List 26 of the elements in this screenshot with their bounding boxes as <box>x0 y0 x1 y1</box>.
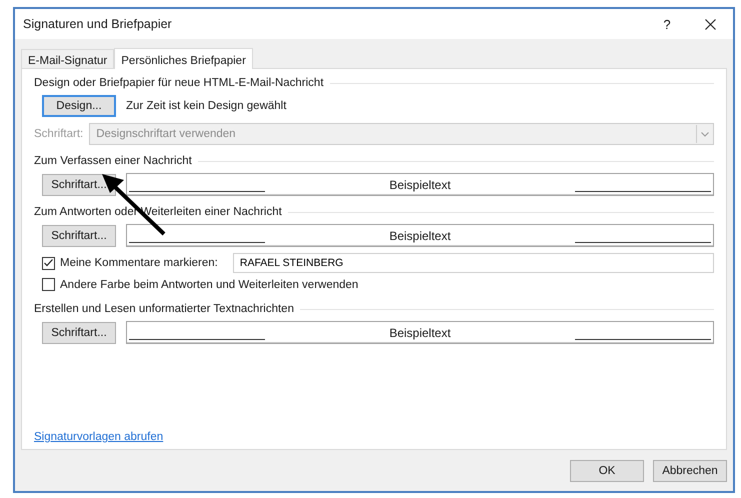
checkbox[interactable] <box>42 278 55 291</box>
chevron-icon <box>701 132 709 136</box>
help-button[interactable]: ? <box>647 16 687 32</box>
checkbox-label: Meine Kommentare markieren: <box>60 257 218 269</box>
section-heading: Design oder Briefpapier für neue HTML-E-Mail-Nachricht <box>34 77 324 89</box>
preview-text: Beispieltext <box>388 326 452 340</box>
checkbox-label: Andere Farbe beim Antworten und Weiterleiten verwenden <box>60 278 358 290</box>
close-icon[interactable] <box>704 18 716 30</box>
cancel-button[interactable]: Abbrechen <box>653 460 727 482</box>
preview-text: Beispieltext <box>388 228 452 242</box>
ok-button[interactable]: OK <box>570 460 644 482</box>
font-button[interactable]: Schriftart... <box>42 174 116 196</box>
font-label: Schriftart: <box>34 128 84 140</box>
window-title: Signaturen und Briefpapier <box>23 17 173 31</box>
design-button[interactable]: Design... <box>42 95 116 117</box>
design-status: Zur Zeit ist kein Design gewählt <box>126 100 286 112</box>
comment-name-field[interactable]: RAFAEL STEINBERG <box>232 253 714 273</box>
templates-link[interactable]: Signaturvorlagen abrufen <box>34 431 164 443</box>
preview-text: Beispieltext <box>388 178 452 192</box>
font-button[interactable]: Schriftart... <box>42 224 116 246</box>
checkbox[interactable] <box>42 256 55 270</box>
tab[interactable]: E-Mail-Signatur <box>21 49 114 68</box>
section-heading: Erstellen und Lesen unformatierter Textnachrichten <box>34 303 294 315</box>
font-button[interactable]: Schriftart... <box>42 322 116 344</box>
tab[interactable]: Persönliches Briefpapier <box>114 48 253 69</box>
section-heading: Zum Verfassen einer Nachricht <box>34 155 192 167</box>
